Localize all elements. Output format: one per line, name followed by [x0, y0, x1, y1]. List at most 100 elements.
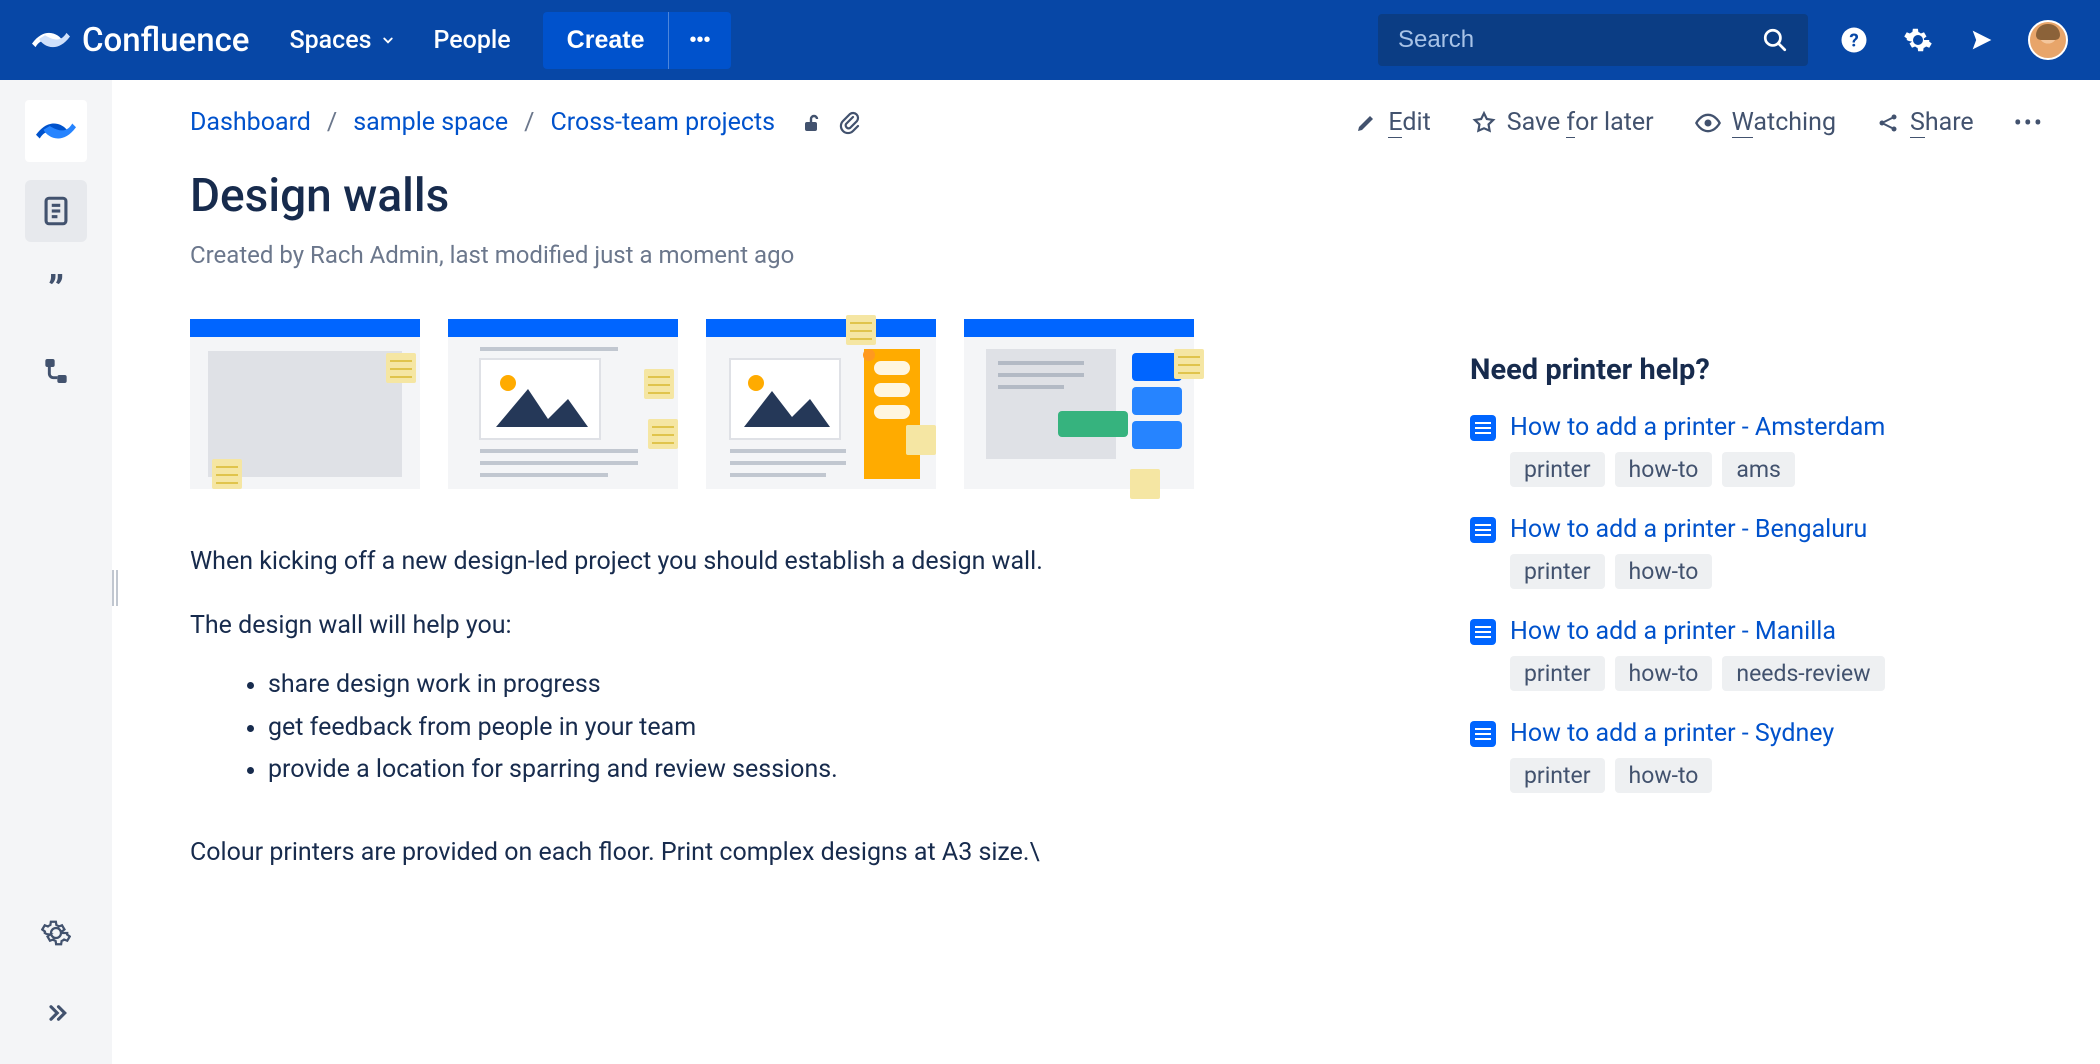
star-icon — [1471, 110, 1497, 136]
tag-row: printer how-to needs-review — [1510, 656, 2030, 691]
related-link[interactable]: How to add a printer - Bengaluru — [1510, 515, 1867, 544]
help-button[interactable]: ? — [1836, 22, 1872, 58]
rail-blog[interactable]: ” — [25, 260, 87, 322]
save-for-later-button[interactable]: Save for later — [1471, 108, 1654, 137]
ellipsis-icon: ••• — [2014, 109, 2044, 137]
notification-icon — [1968, 26, 1996, 54]
app-name: Confluence — [82, 21, 249, 60]
page-icon — [1470, 619, 1496, 645]
watching-label: Watching — [1732, 108, 1836, 137]
related-sidebar: Need printer help? How to add a printer … — [1470, 137, 2030, 871]
main-area: Dashboard / sample space / Cross-team pr… — [112, 80, 2100, 1064]
tag-row: printer how-to — [1510, 758, 2030, 793]
left-rail: ” — [0, 80, 112, 1064]
create-more-button[interactable]: ••• — [668, 12, 730, 69]
content-column: Design walls Created by Rach Admin, last… — [190, 137, 1390, 871]
app-logo[interactable]: Confluence — [32, 21, 249, 60]
page-actions: Edit Save for later Watching — [1354, 108, 2044, 137]
tag[interactable]: printer — [1510, 758, 1605, 793]
sidebar-collapse-handle[interactable] — [112, 570, 118, 606]
more-actions-button[interactable]: ••• — [2014, 109, 2044, 137]
tag[interactable]: printer — [1510, 452, 1605, 487]
related-link[interactable]: How to add a printer - Manilla — [1510, 617, 1836, 646]
share-icon — [1876, 111, 1900, 135]
tree-icon — [40, 355, 72, 387]
byline: Created by Rach Admin, last modified jus… — [190, 241, 1390, 269]
watching-button[interactable]: Watching — [1694, 108, 1836, 137]
tag[interactable]: printer — [1510, 656, 1605, 691]
related-item: How to add a printer - Bengaluru printer h… — [1470, 515, 2030, 589]
tag[interactable]: ams — [1722, 452, 1795, 487]
settings-button[interactable] — [1900, 22, 1936, 58]
search-icon — [1762, 27, 1788, 53]
ellipsis-icon: ••• — [689, 29, 710, 51]
rail-tree[interactable] — [25, 340, 87, 402]
notifications-button[interactable] — [1964, 22, 2000, 58]
attachment-icon[interactable] — [837, 111, 861, 135]
page-icon — [39, 194, 73, 228]
rail-settings[interactable] — [25, 902, 87, 964]
gear-icon — [41, 918, 71, 948]
eye-icon — [1694, 109, 1722, 137]
bullet-2: get feedback from people in your team — [268, 707, 1390, 750]
page-icon — [1470, 721, 1496, 747]
user-avatar[interactable] — [2028, 20, 2068, 60]
paragraph-2: The design wall will help you: — [190, 607, 1390, 645]
restrictions-icon[interactable] — [799, 111, 823, 135]
page-header: Dashboard / sample space / Cross-team pr… — [190, 108, 2044, 137]
crumb-dashboard[interactable]: Dashboard — [190, 108, 311, 137]
quote-icon: ” — [48, 281, 64, 301]
nav-spaces[interactable]: Spaces — [289, 26, 397, 55]
tag-row: printer how-to — [1510, 554, 2030, 589]
tag[interactable]: printer — [1510, 554, 1605, 589]
paragraph-1: When kicking off a new design-led projec… — [190, 543, 1390, 581]
hero-illustration — [190, 311, 1246, 501]
nav-spaces-label: Spaces — [289, 26, 371, 55]
gear-icon — [1903, 25, 1933, 55]
rail-pages[interactable] — [25, 180, 87, 242]
bullet-1: share design work in progress — [268, 664, 1390, 707]
page-icon — [1470, 517, 1496, 543]
tag[interactable]: how-to — [1615, 758, 1713, 793]
crumb-space[interactable]: sample space — [353, 108, 508, 137]
svg-text:?: ? — [1849, 29, 1858, 51]
nav-links: Spaces People — [289, 26, 510, 55]
nav-people-label: People — [433, 26, 510, 55]
rail-space-icon[interactable] — [25, 100, 87, 162]
top-nav: Confluence Spaces People Create ••• ? — [0, 0, 2100, 80]
share-label: Share — [1910, 108, 1974, 137]
related-link[interactable]: How to add a printer - Sydney — [1510, 719, 1834, 748]
tag-row: printer how-to ams — [1510, 452, 2030, 487]
breadcrumbs: Dashboard / sample space / Cross-team pr… — [190, 108, 861, 137]
tag[interactable]: how-to — [1615, 656, 1713, 691]
crumb-parent[interactable]: Cross-team projects — [550, 108, 775, 137]
topnav-right: ? — [1378, 14, 2068, 66]
search-input[interactable] — [1398, 26, 1762, 54]
create-button[interactable]: Create — [543, 12, 669, 69]
page-icon — [1470, 415, 1496, 441]
paragraph-3: Colour printers are provided on each flo… — [190, 834, 1390, 872]
tag[interactable]: how-to — [1615, 554, 1713, 589]
bullet-3: provide a location for sparring and revi… — [268, 749, 1390, 792]
nav-people[interactable]: People — [433, 26, 510, 55]
tag[interactable]: how-to — [1615, 452, 1713, 487]
pencil-icon — [1354, 111, 1378, 135]
help-icon: ? — [1839, 25, 1869, 55]
related-link[interactable]: How to add a printer - Amsterdam — [1510, 413, 1885, 442]
create-group: Create ••• — [543, 12, 731, 69]
chevron-down-icon — [379, 31, 397, 49]
sidebar-heading: Need printer help? — [1470, 353, 2030, 387]
expand-icon — [41, 998, 71, 1028]
share-button[interactable]: Share — [1876, 108, 1974, 137]
rail-expand[interactable] — [25, 982, 87, 1044]
edit-button[interactable]: Edit — [1354, 108, 1430, 137]
search-box[interactable] — [1378, 14, 1808, 66]
related-item: How to add a printer - Amsterdam printer h… — [1470, 413, 2030, 487]
confluence-small-icon — [36, 111, 76, 151]
confluence-logo-icon — [32, 21, 70, 59]
edit-label: Edit — [1388, 108, 1430, 137]
related-item: How to add a printer - Manilla printer how… — [1470, 617, 2030, 691]
save-label: Save for later — [1507, 108, 1654, 137]
tag[interactable]: needs-review — [1722, 656, 1884, 691]
page-title: Design walls — [190, 169, 1390, 223]
